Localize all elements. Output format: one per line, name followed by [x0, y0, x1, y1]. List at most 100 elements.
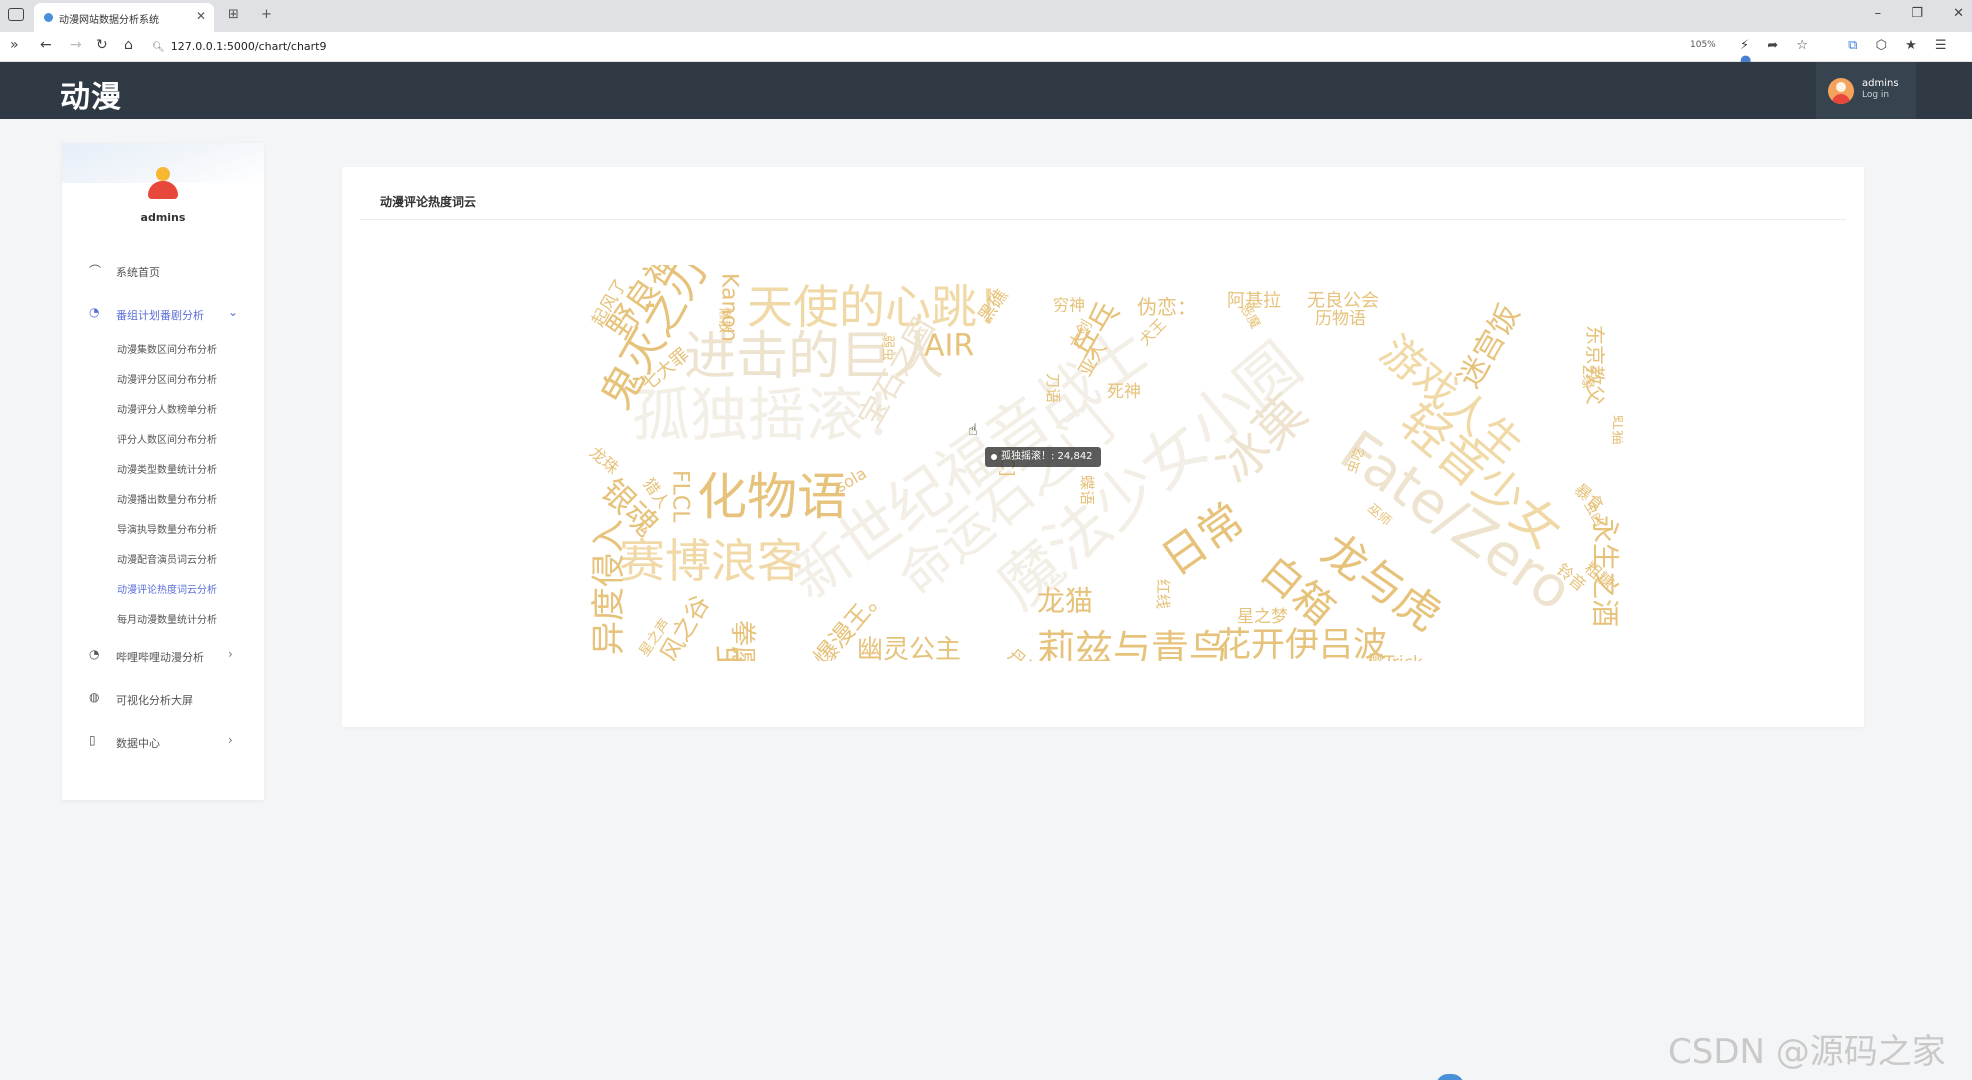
chart-tooltip: 孤独摇滚！: 24,842	[985, 447, 1101, 467]
site-info-icon[interactable]: 🔍︎	[152, 42, 165, 53]
browser-tab-bar: 动漫网站数据分析系统 ✕ ⊞ + – ❐ ✕	[0, 0, 1972, 32]
forward-icon[interactable]: →	[70, 37, 82, 53]
avatar-body	[148, 181, 178, 199]
subitem-director-count[interactable]: 导演执导数量分布分析	[117, 521, 257, 539]
login-link[interactable]: Log in	[1862, 90, 1889, 100]
word-cloud-word[interactable]: 暴食	[1571, 480, 1608, 515]
chevron-down-icon: ⌄	[228, 305, 239, 319]
subitem-monthly-count[interactable]: 每月动漫数量统计分析	[117, 611, 257, 629]
sidebar-avatar	[148, 167, 178, 201]
sidebar-item-label: 可视化分析大屏	[116, 694, 193, 707]
word-cloud-word[interactable]: 穷神	[1053, 296, 1085, 315]
word-cloud-word[interactable]: 死神	[1107, 382, 1141, 402]
avatar	[1828, 78, 1854, 104]
subitem-rating-count-ranking[interactable]: 动漫评分人数榜单分析	[117, 401, 257, 419]
zoom-level[interactable]: 105%	[1690, 40, 1716, 50]
word-cloud-word[interactable]: 虹猫	[1610, 415, 1623, 445]
favicon-icon	[44, 13, 53, 22]
menu-icon[interactable]: ☰	[1935, 38, 1947, 53]
subitem-score-distribution[interactable]: 动漫评分区间分布分析	[117, 371, 257, 389]
window-menu-icon[interactable]	[8, 8, 24, 21]
address-bar-row: » ← → ↻ ⌂ 🔍︎ 127.0.0.1:5000/chart/chart9 …	[0, 32, 1972, 68]
sidebar-item-dashboard-screen[interactable]: ◍ 可视化分析大屏	[62, 688, 264, 710]
browser-tab[interactable]: 动漫网站数据分析系统 ✕	[34, 3, 214, 32]
word-cloud-word[interactable]: 莉兹与青鸟	[1037, 627, 1227, 661]
chevron-right-icon: ›	[228, 647, 233, 661]
sidebar-item-label: 系统首页	[116, 266, 160, 279]
chevron-right-icon: ›	[228, 733, 233, 747]
word-cloud-word[interactable]: 异度侵入	[589, 519, 629, 655]
favorites-icon[interactable]: ★	[1905, 38, 1917, 53]
header-user-name: admins	[1862, 78, 1899, 89]
word-cloud-word[interactable]: 拳愿	[727, 620, 757, 661]
sidebar-item-label: 哔哩哔哩动漫分析	[116, 651, 204, 664]
sidebar-item-data-center[interactable]: ▯ 数据中心 ›	[62, 731, 264, 753]
sidebar-toggle-icon[interactable]: »	[10, 37, 19, 53]
subitem-rating-count-distribution[interactable]: 评分人数区间分布分析	[117, 431, 257, 449]
close-tab-icon[interactable]: ✕	[196, 9, 206, 23]
extensions-icon[interactable]: ⬡	[1876, 38, 1887, 53]
tab-list-icon[interactable]: ⊞	[228, 7, 239, 22]
word-cloud-word[interactable]: 龙珠	[587, 443, 623, 478]
sidebar: admins ⌒ 系统首页 ◔ 番组计划番剧分析 ⌄ 动漫集数区间分布分析 动漫…	[62, 143, 264, 800]
floating-button[interactable]	[1436, 1074, 1464, 1080]
user-menu[interactable]: admins Log in	[1816, 62, 1916, 119]
word-cloud-word[interactable]: 龙猫	[1037, 585, 1093, 618]
chart-card: 动漫评论热度词云 孤独摇滚！ 进击的巨人 天使的心跳！ Fate/Zero 新世纪福音战…	[342, 167, 1864, 727]
word-cloud-chart[interactable]: 孤独摇滚！进击的巨人天使的心跳！Fate/Zero新世纪福音战士魔法少女小圆命运…	[587, 265, 1623, 661]
subitem-broadcast-count[interactable]: 动漫播出数量分布分析	[117, 491, 257, 509]
word-cloud-word[interactable]: 星之梦	[1237, 607, 1288, 627]
sidebar-item-bangumi-analysis[interactable]: ◔ 番组计划番剧分析 ⌄	[62, 303, 264, 325]
avatar-head	[156, 167, 170, 181]
card-title: 动漫评论热度词云	[380, 195, 477, 209]
word-cloud-word[interactable]: 刀语	[1044, 373, 1062, 403]
document-icon: ▯	[89, 733, 96, 747]
bolt-icon[interactable]: ⚡	[1740, 38, 1749, 53]
palette-icon: ◔	[89, 305, 100, 319]
home-icon[interactable]: ⌂	[124, 37, 133, 53]
word-cloud-word[interactable]: 红线	[1154, 579, 1172, 609]
url-text: 127.0.0.1:5000/chart/chart9	[170, 40, 327, 53]
close-window-icon[interactable]: ✕	[1953, 6, 1964, 21]
share-icon[interactable]: ➦	[1767, 38, 1778, 53]
app-logo[interactable]: 动漫	[60, 72, 122, 116]
sidebar-user-name: admins	[140, 211, 186, 224]
word-cloud-word[interactable]: 蝶语	[1078, 475, 1096, 505]
palette-icon: ◔	[89, 647, 100, 661]
watermark: CSDN @源码之家	[1668, 1032, 1946, 1072]
window-controls: – ❐ ✕	[1849, 6, 1964, 21]
url-field[interactable]: 🔍︎ 127.0.0.1:5000/chart/chart9	[152, 37, 1692, 57]
word-cloud-word[interactable]: 花开伊吕波	[1217, 625, 1387, 661]
word-cloud-word[interactable]: 历物语	[1315, 309, 1366, 329]
star-icon[interactable]: ☆	[1796, 38, 1808, 53]
word-cloud-word[interactable]: 幽灵公主	[857, 635, 961, 661]
word-cloud-word[interactable]: 赛博浪客	[619, 534, 803, 588]
app-header: 动漫 admins Log in	[0, 62, 1972, 119]
sidebar-item-label: 数据中心	[116, 737, 160, 750]
subitem-episodes-distribution[interactable]: 动漫集数区间分布分析	[117, 341, 257, 359]
word-cloud-word[interactable]: 懒散	[717, 307, 732, 333]
word-cloud-word[interactable]: 伪恋：	[1137, 295, 1197, 319]
subitem-comment-heat-cloud[interactable]: 动漫评论热度词云分析	[117, 581, 257, 599]
subitem-type-count[interactable]: 动漫类型数量统计分析	[117, 461, 257, 479]
back-icon[interactable]: ←	[40, 37, 52, 53]
subitem-voice-actor-cloud[interactable]: 动漫配音演员词云分析	[117, 551, 257, 569]
tab-title: 动漫网站数据分析系统	[59, 15, 159, 26]
restore-icon[interactable]: ❐	[1911, 6, 1923, 21]
sidebar-item-home[interactable]: ⌒ 系统首页	[62, 260, 264, 282]
word-cloud-word[interactable]: 化物语	[697, 468, 847, 526]
divider	[360, 219, 1846, 220]
dashboard-icon: ⌒	[89, 264, 102, 278]
translate-icon[interactable]: ⧉	[1848, 38, 1857, 53]
word-cloud-word[interactable]: Z缘	[1579, 365, 1595, 389]
tab-actions: ⊞ +	[228, 7, 290, 22]
word-cloud-word[interactable]: 樱Trick	[1367, 653, 1423, 661]
new-tab-icon[interactable]: +	[261, 7, 272, 22]
mouse-cursor-icon: ☝	[968, 420, 978, 439]
reload-icon[interactable]: ↻	[96, 37, 108, 53]
globe-icon: ◍	[89, 690, 100, 704]
word-cloud-word[interactable]: 迷宫饭	[1452, 298, 1527, 393]
sidebar-item-bilibili-analysis[interactable]: ◔ 哔哩哔哩动漫分析 ›	[62, 645, 264, 667]
sidebar-item-label: 番组计划番剧分析	[116, 309, 204, 322]
minimize-icon[interactable]: –	[1875, 6, 1882, 21]
